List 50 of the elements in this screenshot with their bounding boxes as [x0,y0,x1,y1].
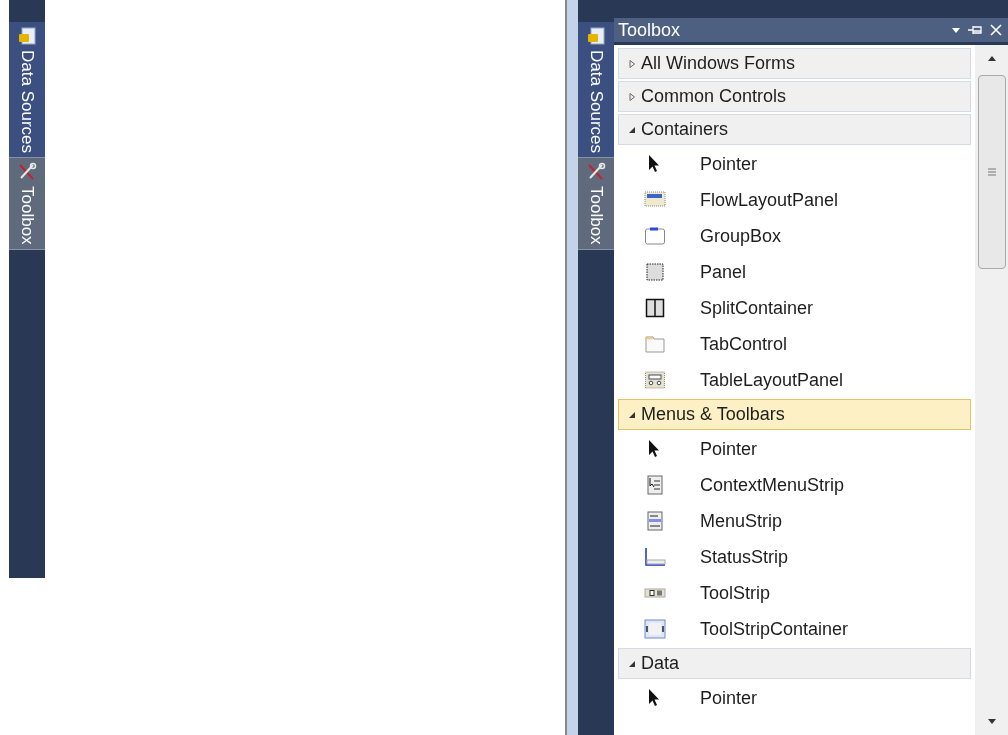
dropdown-icon[interactable] [950,25,962,35]
toolbox-item[interactable]: FlowLayoutPanel [618,182,971,218]
category-label: Data [641,652,680,675]
grip-icon [986,168,997,176]
window-title: Toolbox [618,18,682,42]
split-square-icon [644,297,666,319]
dock-tab[interactable]: Toolbox [9,158,45,250]
database-icon [17,26,37,46]
category-label: All Windows Forms [641,52,796,75]
scrollbar[interactable] [975,45,1008,735]
collapsed-triangle-icon [627,58,637,69]
dock-tab[interactable]: Toolbox [578,158,614,250]
tools-icon [17,162,37,182]
scroll-thumb[interactable] [977,75,1006,269]
toolbox-item[interactable]: TabControl [618,326,971,362]
database-icon [586,26,606,46]
toolbox-item[interactable]: TableLayoutPanel [618,362,971,398]
grid-panel-icon [644,369,666,391]
toolbox-item[interactable]: ContextMenuStrip [618,467,971,503]
toolbox-item[interactable]: Pointer [618,431,971,467]
toolbox-item[interactable]: GroupBox [618,218,971,254]
category-label: Common Controls [641,85,787,108]
collapsed-triangle-icon [627,91,637,102]
dock-tab[interactable]: Data Sources [9,22,45,158]
category-label: Menus & Toolbars [641,403,785,426]
category-header[interactable]: Containers [618,114,971,145]
dotted-square-icon [644,261,666,283]
toolbox-item[interactable]: Pointer [618,680,971,716]
frame-icon [644,225,666,247]
toolbox-item[interactable]: ToolStripContainer [618,611,971,647]
category-header[interactable]: Menus & Toolbars [618,399,971,430]
menu-bar-icon [644,510,666,532]
close-icon[interactable] [988,22,1004,38]
pin-icon[interactable] [966,23,984,37]
folder-icon [644,333,666,355]
toolbox-item[interactable]: MenuStrip [618,503,971,539]
toolbox-item[interactable]: ToolStrip [618,575,971,611]
toolbox-item[interactable]: SplitContainer [618,290,971,326]
bracket-frame-icon [644,618,666,640]
toolbox-item[interactable]: StatusStrip [618,539,971,575]
corner-bar-icon [644,546,666,568]
category-header[interactable]: Data [618,648,971,679]
dock-tab[interactable]: Data Sources [578,22,614,158]
category-label: Containers [641,118,729,141]
toolbox-item[interactable]: Pointer [618,146,971,182]
menu-list-icon [644,474,666,496]
tools-icon [586,162,606,182]
toolbox-item[interactable]: Panel [618,254,971,290]
category-header[interactable]: Common Controls [618,81,971,112]
category-header[interactable]: All Windows Forms [618,48,971,79]
